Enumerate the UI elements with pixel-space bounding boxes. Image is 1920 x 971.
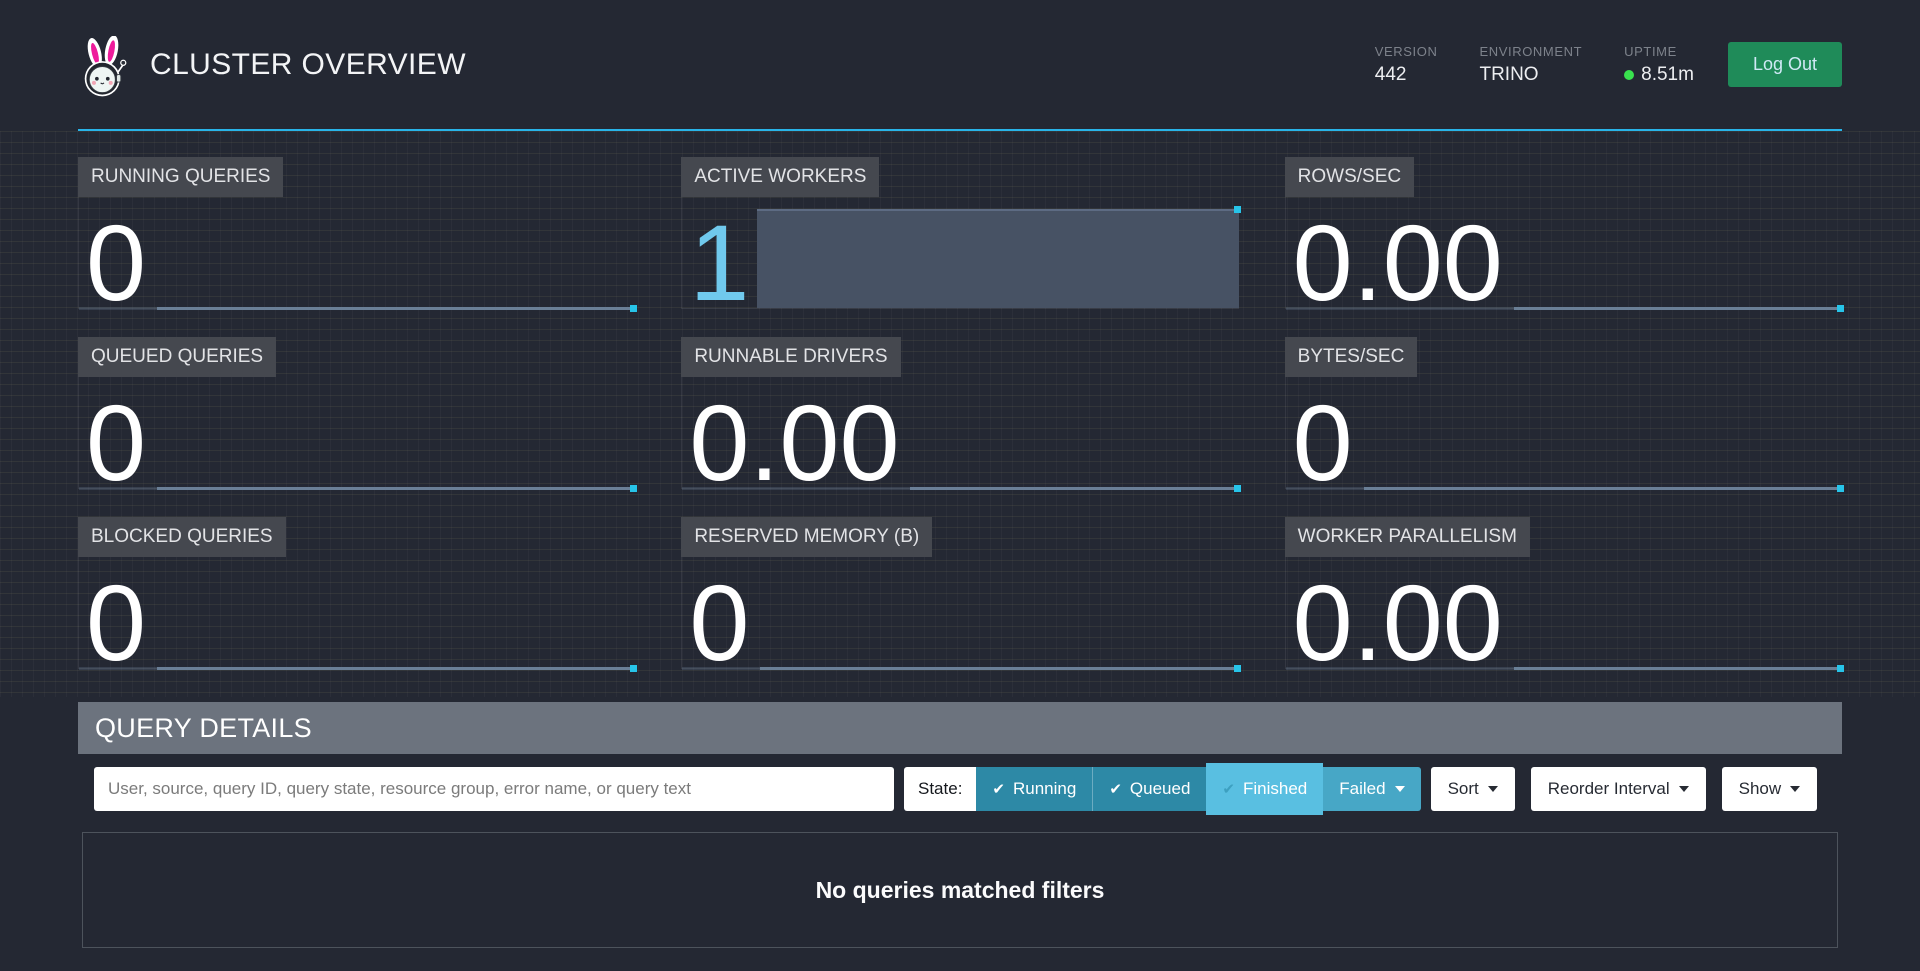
stat-card-worker-parallelism: 0.00 WORKER PARALLELISM <box>1285 517 1842 669</box>
trino-bunny-logo <box>78 36 130 98</box>
show-dropdown-button[interactable]: Show <box>1722 767 1818 811</box>
no-queries-message: No queries matched filters <box>82 832 1838 948</box>
sparkline-line <box>910 487 1238 490</box>
check-icon: ✔ <box>1222 780 1235 798</box>
state-filter-finished-toggle[interactable]: ✔ Finished <box>1206 763 1323 815</box>
uptime-text: 8.51m <box>1641 64 1694 86</box>
sparkline-latest-dot <box>1837 305 1844 312</box>
sparkline-latest-dot <box>1837 665 1844 672</box>
stat-card-queued-queries: 0 QUEUED QUERIES <box>78 337 635 489</box>
version-info: VERSION 442 <box>1375 44 1438 86</box>
sparkline-line <box>157 307 635 310</box>
caret-down-icon <box>1488 786 1498 792</box>
app-header: CLUSTER OVERVIEW VERSION 442 ENVIRONMENT… <box>0 0 1920 129</box>
stat-label: RUNNING QUERIES <box>78 157 283 197</box>
uptime-label: UPTIME <box>1624 44 1694 59</box>
sort-dropdown-button[interactable]: Sort <box>1431 767 1515 811</box>
version-label: VERSION <box>1375 44 1438 59</box>
show-label: Show <box>1739 779 1782 799</box>
state-button-label: Queued <box>1130 779 1191 799</box>
environment-value: TRINO <box>1479 64 1582 86</box>
stat-label: RUNNABLE DRIVERS <box>681 337 900 377</box>
check-icon: ✔ <box>992 780 1005 798</box>
sparkline-line <box>1514 667 1842 670</box>
uptime-value: 8.51m <box>1624 64 1694 86</box>
query-filter-toolbar: State: ✔ Running ✔ Queued ✔ Finished ✔ F… <box>78 754 1842 824</box>
sparkline-line <box>760 667 1238 670</box>
uptime-status-dot <box>1624 70 1634 80</box>
sparkline-line <box>1364 487 1842 490</box>
stat-label: BYTES/SEC <box>1285 337 1418 377</box>
stat-card-blocked-queries: 0 BLOCKED QUERIES <box>78 517 635 669</box>
state-filter-running-toggle[interactable]: ✔ Running <box>976 767 1092 811</box>
stat-label: QUEUED QUERIES <box>78 337 276 377</box>
caret-down-icon <box>1679 786 1689 792</box>
stat-value: 0 <box>689 581 749 665</box>
stat-card-running-queries: 0 RUNNING QUERIES <box>78 157 635 309</box>
state-filter-group: State: ✔ Running ✔ Queued ✔ Finished ✔ F… <box>904 767 1421 811</box>
sparkline-latest-dot <box>1234 665 1241 672</box>
query-details-header: QUERY DETAILS <box>78 702 1842 754</box>
uptime-info: UPTIME 8.51m <box>1624 44 1694 86</box>
sparkline-latest-dot <box>1234 485 1241 492</box>
stat-value: 0.00 <box>689 401 899 485</box>
stat-label: RESERVED MEMORY (B) <box>681 517 932 557</box>
environment-info: ENVIRONMENT TRINO <box>1479 44 1582 86</box>
environment-label: ENVIRONMENT <box>1479 44 1582 59</box>
state-filter-failed-dropdown[interactable]: ✔ Failed <box>1323 767 1420 811</box>
sparkline-line <box>1514 307 1842 310</box>
stat-card-rows-sec: 0.00 ROWS/SEC <box>1285 157 1842 309</box>
reorder-interval-label: Reorder Interval <box>1548 779 1670 799</box>
state-button-label: Finished <box>1243 779 1307 799</box>
stat-value: 0.00 <box>1293 221 1503 305</box>
stat-label: WORKER PARALLELISM <box>1285 517 1530 557</box>
stat-label: BLOCKED QUERIES <box>78 517 286 557</box>
stat-card-reserved-memory: 0 RESERVED MEMORY (B) <box>681 517 1238 669</box>
log-out-button[interactable]: Log Out <box>1728 42 1842 87</box>
sparkline-line <box>157 487 635 490</box>
sparkline-latest-dot <box>630 485 637 492</box>
stats-grid: 0 RUNNING QUERIES 1 ACTIVE WORKERS 0.00 … <box>0 131 1920 697</box>
sparkline-latest-dot <box>630 665 637 672</box>
check-icon: ✔ <box>1109 780 1122 798</box>
query-search-input[interactable] <box>94 767 894 811</box>
stat-label: ACTIVE WORKERS <box>681 157 879 197</box>
page-title: CLUSTER OVERVIEW <box>150 48 466 82</box>
stat-label: ROWS/SEC <box>1285 157 1414 197</box>
state-filter-queued-toggle[interactable]: ✔ Queued <box>1092 767 1206 811</box>
stat-value: 0 <box>86 581 146 665</box>
sparkline-latest-dot <box>1837 485 1844 492</box>
caret-down-icon <box>1790 786 1800 792</box>
version-value: 442 <box>1375 64 1438 86</box>
stat-value: 0 <box>86 221 146 305</box>
stat-card-bytes-sec: 0 BYTES/SEC <box>1285 337 1842 489</box>
stat-value: 0.00 <box>1293 581 1503 665</box>
sort-label: Sort <box>1448 779 1479 799</box>
area-chart-fill <box>757 209 1238 308</box>
area-latest-dot <box>1234 206 1241 213</box>
sparkline-latest-dot <box>630 305 637 312</box>
state-group-label: State: <box>904 767 976 811</box>
caret-down-icon <box>1395 786 1405 792</box>
stat-value: 0 <box>1293 401 1353 485</box>
sparkline-line <box>157 667 635 670</box>
reorder-interval-dropdown-button[interactable]: Reorder Interval <box>1531 767 1706 811</box>
state-button-label: Running <box>1013 779 1076 799</box>
stat-value: 1 <box>689 221 749 305</box>
stat-card-runnable-drivers: 0.00 RUNNABLE DRIVERS <box>681 337 1238 489</box>
stat-value: 0 <box>86 401 146 485</box>
stat-card-active-workers: 1 ACTIVE WORKERS <box>681 157 1238 309</box>
state-button-label: Failed <box>1339 779 1385 799</box>
